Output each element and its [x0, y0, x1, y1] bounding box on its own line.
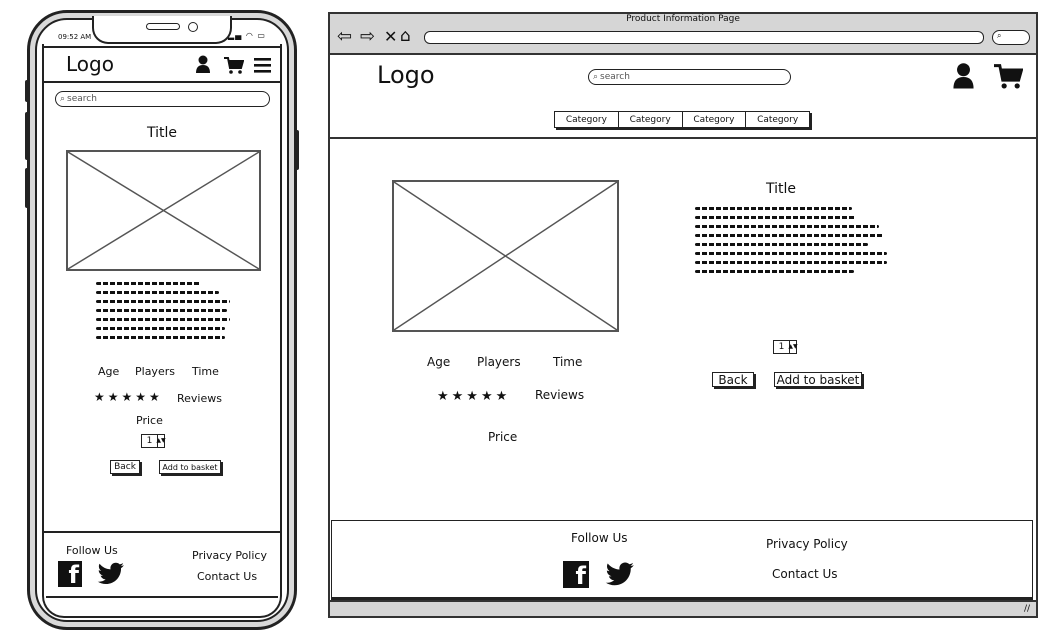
desktop-price: Price: [488, 430, 518, 444]
mobile-logo[interactable]: Logo: [66, 52, 114, 76]
address-bar[interactable]: [424, 31, 984, 44]
desktop-product-image: [392, 180, 619, 332]
mobile-description-text: [96, 282, 230, 339]
phone-volume-button: [25, 112, 29, 160]
cart-icon[interactable]: [994, 64, 1023, 89]
resize-grip-icon[interactable]: //: [1024, 604, 1030, 614]
mobile-back-button[interactable]: Back: [110, 460, 140, 474]
speaker-grille: [146, 23, 180, 30]
mobile-star-rating: ★★★★★: [94, 390, 163, 404]
twitter-icon[interactable]: [97, 562, 125, 586]
desktop-quantity-stepper[interactable]: 1 ▲▼: [773, 340, 798, 354]
window-title: Product Information Page: [626, 14, 740, 24]
user-icon[interactable]: [195, 55, 211, 73]
status-time: 09:52 AM: [58, 33, 92, 41]
desktop-back-button[interactable]: Back: [712, 372, 754, 387]
mobile-product-image: [66, 150, 261, 271]
cart-icon[interactable]: [224, 57, 244, 74]
mobile-product-title: Title: [146, 125, 177, 141]
header-divider: [44, 81, 280, 83]
close-icon[interactable]: ✕: [384, 27, 397, 46]
mobile-spec-age: Age: [98, 365, 120, 378]
user-icon[interactable]: [952, 62, 975, 89]
mobile-spec-time: Time: [192, 365, 219, 378]
back-arrow-icon[interactable]: ⇦: [337, 26, 352, 47]
hamburger-menu-icon[interactable]: [254, 58, 271, 73]
twitter-icon[interactable]: [605, 562, 635, 587]
mobile-follow-us: Follow Us: [66, 544, 118, 557]
mobile-quantity-stepper[interactable]: 1 ▲▼: [141, 434, 166, 448]
phone-volume-button: [25, 80, 29, 102]
quantity-value: 1: [778, 342, 785, 352]
desktop-spec-time: Time: [553, 355, 583, 369]
home-icon[interactable]: ⌂: [400, 26, 411, 46]
category-tab[interactable]: Category: [555, 112, 619, 127]
mobile-spec-players: Players: [135, 365, 175, 378]
desktop-logo[interactable]: Logo: [377, 61, 435, 89]
desktop-product-title: Title: [766, 181, 797, 197]
desktop-privacy-policy-link[interactable]: Privacy Policy: [766, 537, 848, 551]
mobile-search-input[interactable]: ⌕ search: [55, 91, 270, 107]
phone-power-button: [295, 130, 299, 170]
facebook-icon[interactable]: f: [58, 561, 82, 587]
desktop-spec-age: Age: [427, 355, 451, 369]
mobile-add-to-basket-button[interactable]: Add to basket: [159, 460, 221, 474]
desktop-footer: [331, 520, 1033, 600]
home-indicator-line: [46, 596, 278, 598]
forward-arrow-icon[interactable]: ⇨: [360, 26, 375, 47]
mobile-contact-us-link[interactable]: Contact Us: [197, 570, 257, 583]
search-placeholder: search: [67, 94, 97, 104]
search-icon: ⌕: [593, 72, 599, 82]
desktop-follow-us: Follow Us: [571, 531, 628, 545]
status-icons: ▂▄ ◠ ▭: [228, 31, 266, 40]
desktop-add-to-basket-button[interactable]: Add to basket: [774, 372, 862, 387]
search-icon: ⌕: [60, 94, 66, 104]
desktop-star-rating: ★★★★★: [437, 389, 511, 404]
quantity-value: 1: [146, 436, 153, 446]
phone-notch: [92, 16, 232, 44]
desktop-search-input[interactable]: ⌕ search: [588, 69, 791, 85]
stepper-arrows-icon[interactable]: ▲▼: [788, 341, 798, 353]
phone-volume-button: [25, 168, 29, 208]
mobile-privacy-policy-link[interactable]: Privacy Policy: [192, 549, 267, 562]
desktop-contact-us-link[interactable]: Contact Us: [772, 567, 838, 581]
facebook-icon[interactable]: f: [563, 561, 589, 588]
category-nav: Category Category Category Category: [554, 111, 810, 128]
category-tab[interactable]: Category: [619, 112, 683, 127]
footer-divider: [44, 531, 280, 533]
search-placeholder: search: [600, 72, 630, 82]
browser-search-icon[interactable]: ⌕: [992, 30, 1030, 45]
desktop-reviews-link[interactable]: Reviews: [535, 388, 584, 402]
mobile-price: Price: [136, 414, 163, 427]
stepper-arrows-icon[interactable]: ▲▼: [156, 435, 166, 447]
mobile-reviews-link[interactable]: Reviews: [177, 392, 222, 405]
header-divider: [330, 137, 1036, 139]
status-divider: [44, 46, 280, 48]
front-camera: [188, 22, 198, 32]
browser-status-bar: [330, 600, 1036, 616]
desktop-spec-players: Players: [477, 355, 521, 369]
category-tab[interactable]: Category: [746, 112, 809, 127]
desktop-description-text: [695, 207, 887, 273]
category-tab[interactable]: Category: [683, 112, 747, 127]
